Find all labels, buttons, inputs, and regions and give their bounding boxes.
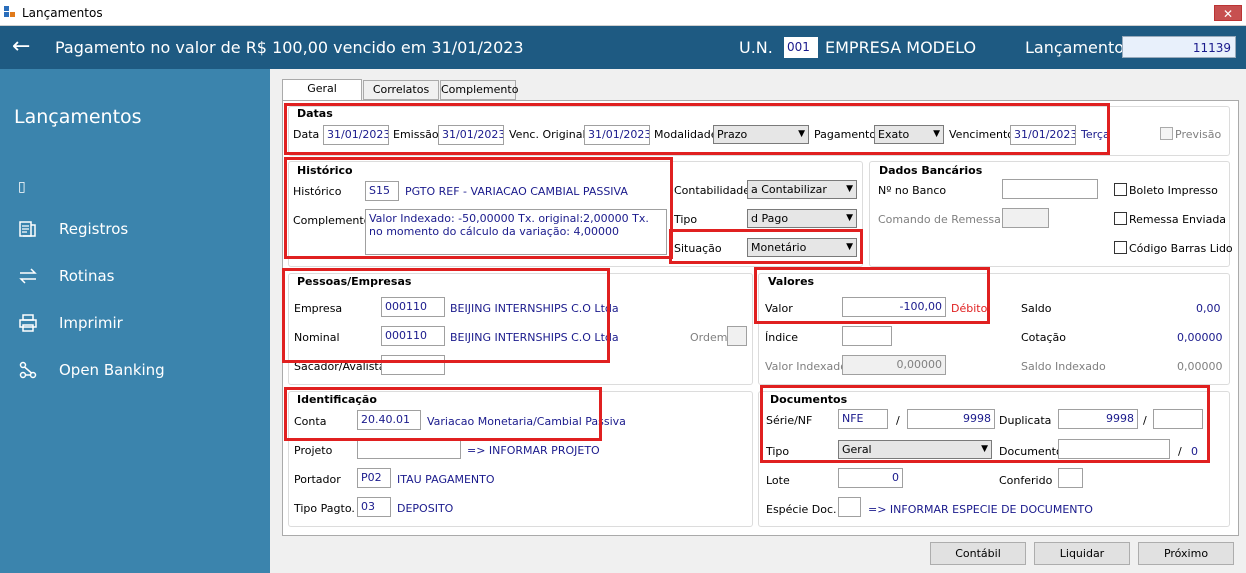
especie-doc-text: => INFORMAR ESPECIE DE DOCUMENTO [868,503,1093,516]
highlight-historico [284,157,673,259]
liquidar-button[interactable]: Liquidar [1034,542,1130,565]
especie-doc-field[interactable] [838,497,861,517]
lote-field[interactable]: 0 [838,468,903,488]
especie-doc-label: Espécie Doc. [766,503,837,516]
contabil-button[interactable]: Contábil [930,542,1026,565]
highlight-pessoas [282,268,610,363]
tipo-pagto-name: DEPOSITO [397,502,454,515]
tipo-pagto-label: Tipo Pagto. [294,502,355,515]
sidebar-item-label: Rotinas [59,267,115,285]
app-icon [4,6,15,17]
contabilidade-value: a Contabilizar [751,183,827,196]
portador-name: ITAU PAGAMENTO [397,473,495,486]
chevron-down-icon: ▼ [846,213,853,223]
sidebar-item-imprimir[interactable]: Imprimir [18,312,258,336]
conferido-field[interactable] [1058,468,1083,488]
tipo-contab-value: d Pago [751,212,789,225]
codigo-barras-checkbox[interactable] [1114,241,1127,254]
highlight-situacao [669,229,863,264]
close-button[interactable]: ✕ [1214,5,1242,21]
company-name: EMPRESA MODELO [825,38,977,57]
remessa-enviada-checkbox[interactable] [1114,212,1127,225]
saldo-label: Saldo [1021,302,1052,315]
valor-indexado-label: Valor Indexado [765,360,847,373]
saldo-indexado-value: 0,00000 [1177,360,1223,373]
cotacao-label: Cotação [1021,331,1066,344]
sidebar-item-label: Registros [59,220,129,238]
projeto-text: => INFORMAR PROJETO [467,444,600,457]
highlight-identificacao [284,387,602,441]
ordem-label: Ordem [690,331,728,344]
projeto-label: Projeto [294,444,333,457]
page-header: ← Pagamento no valor de R$ 100,00 vencid… [0,26,1246,69]
previsao-label: Previsão [1175,128,1222,141]
sidebar-item-open-banking[interactable]: Open Banking [18,359,258,383]
no-banco-label: Nº no Banco [878,184,947,197]
back-arrow-icon[interactable]: ← [12,34,30,60]
saldo-value: 0,00 [1196,302,1221,315]
sidebar-title: Lançamentos [14,106,142,128]
network-icon [19,361,37,379]
lote-label: Lote [766,474,790,487]
un-label: U.N. [739,38,773,57]
sidebar-item-label: Open Banking [59,361,165,379]
conferido-label: Conferido [999,474,1053,487]
registers-icon [19,221,36,237]
indice-label: Índice [765,331,799,344]
comando-remessa-field[interactable] [1002,208,1049,228]
highlight-documentos [760,385,1210,463]
sidebar-item-label: Imprimir [59,314,123,332]
highlight-valores [754,267,990,324]
saldo-indexado-label: Saldo Indexado [1021,360,1106,373]
remessa-enviada-label: Remessa Enviada [1129,213,1227,226]
dados-bancarios-title: Dados Bancários [877,164,985,177]
window-title: Lançamentos [22,6,103,20]
highlight-datas [284,103,1110,155]
transfer-arrows-icon [19,268,37,284]
proximo-button[interactable]: Próximo [1138,542,1234,565]
sidebar-item-rotinas[interactable]: Rotinas [18,265,258,289]
printer-icon [19,314,37,332]
chevron-down-icon: ▼ [846,184,853,194]
sidebar-item-registros[interactable]: Registros [18,218,258,242]
contabilidade-select[interactable]: a Contabilizar ▼ [747,180,857,199]
ordem-field[interactable] [727,326,747,346]
indice-field[interactable] [842,326,892,346]
comando-remessa-label: Comando de Remessa [878,213,1001,226]
boleto-impresso-label: Boleto Impresso [1129,184,1218,197]
page-title: Pagamento no valor de R$ 100,00 vencido … [55,38,524,57]
window-titlebar: Lançamentos ✕ [0,0,1246,26]
tab-geral[interactable]: Geral [282,79,362,100]
tipo-contab-select[interactable]: d Pago ▼ [747,209,857,228]
cotacao-value: 0,00000 [1177,331,1223,344]
sidebar: Lançamentos ▯ Registros Rotinas Imprimir… [0,69,270,573]
tab-correlatos[interactable]: Correlatos [363,80,439,100]
codigo-barras-label: Código Barras Lido [1129,242,1233,255]
lancamento-number-field[interactable]: 11139 [1122,36,1236,58]
un-code-field[interactable]: 001 [784,37,818,58]
lancamento-label: Lançamento [1025,38,1125,57]
boleto-impresso-checkbox[interactable] [1114,183,1127,196]
no-banco-field[interactable] [1002,179,1098,199]
tipo-contab-label: Tipo [674,213,698,226]
contabilidade-label: Contabilidade [674,184,751,197]
portador-label: Portador [294,473,341,486]
tipo-pagto-code-field[interactable]: 03 [357,497,391,517]
tab-complemento[interactable]: Complemento [440,80,518,100]
cursor-icon: ▯ [18,179,26,195]
valor-indexado-field[interactable]: 0,00000 [842,355,946,375]
projeto-field[interactable] [357,439,461,459]
portador-code-field[interactable]: P02 [357,468,391,488]
previsao-checkbox[interactable] [1160,127,1173,140]
